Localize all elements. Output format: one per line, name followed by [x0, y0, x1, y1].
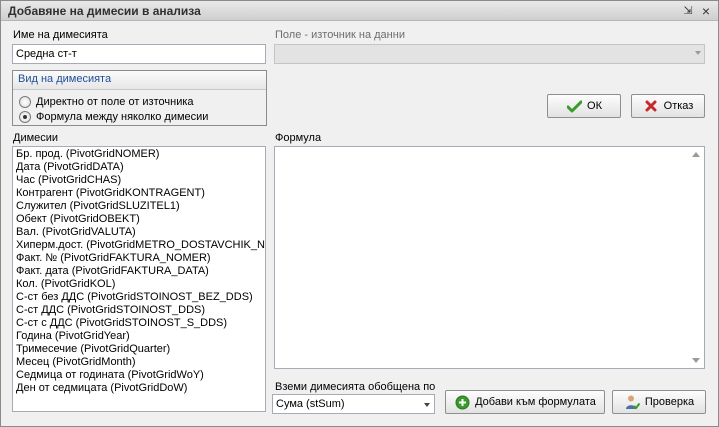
list-item[interactable]: С-ст ДДС (PivotGridSTOINOST_DDS) — [14, 304, 264, 317]
ok-button-label: ОК — [587, 100, 602, 112]
list-item[interactable]: Контрагент (PivotGridKONTRAGENT) — [14, 187, 264, 200]
chevron-down-icon — [424, 403, 430, 407]
list-item[interactable]: Дата (PivotGridDATA) — [14, 161, 264, 174]
formula-label: Формула — [275, 132, 322, 144]
radio-circle[interactable] — [19, 96, 31, 108]
radio-direct-field[interactable]: Директно от поле от източника — [19, 95, 194, 109]
plus-circle-icon — [454, 394, 470, 410]
list-item[interactable]: Кол. (PivotGridKOL) — [14, 278, 264, 291]
list-item[interactable]: Факт. дата (PivotGridFAKTURA_DATA) — [14, 265, 264, 278]
aggregation-value: Сума (stSum) — [276, 398, 345, 410]
check-button[interactable]: Проверка — [612, 390, 706, 414]
list-item[interactable]: С-ст с ДДС (PivotGridSTOINOST_S_DDS) — [14, 317, 264, 330]
cancel-button-label: Отказ — [663, 100, 694, 112]
dimension-type-group: Вид на димесията Директно от поле от изт… — [12, 70, 267, 126]
dimension-name-label: Име на димесията — [13, 29, 108, 41]
dimension-name-input[interactable] — [12, 44, 266, 64]
radio-direct-field-label: Директно от поле от източника — [36, 96, 194, 108]
restore-icon[interactable]: ⇲ — [681, 4, 695, 18]
list-item[interactable]: Бр. прод. (PivotGridNOMER) — [14, 148, 264, 161]
scroll-down-icon[interactable] — [692, 358, 700, 363]
radio-formula[interactable]: Формула между няколко димесии — [19, 110, 208, 124]
title-bar: Добавяне на димесии в анализа ⇲ × — [1, 1, 718, 21]
data-source-dropdown[interactable] — [274, 44, 705, 64]
cancel-button[interactable]: Отказ — [631, 94, 705, 118]
cross-icon — [643, 98, 659, 114]
formula-textarea[interactable] — [274, 146, 705, 369]
check-icon — [566, 98, 582, 114]
list-item[interactable]: Служител (PivotGridSLUZITEL1) — [14, 200, 264, 213]
window-title: Добавяне на димесии в анализа — [8, 4, 201, 18]
radio-circle-checked[interactable] — [19, 111, 31, 123]
close-icon[interactable]: × — [699, 4, 713, 18]
add-to-formula-label: Добави към формулата — [475, 396, 596, 408]
list-item[interactable]: Тримесечие (PivotGridQuarter) — [14, 343, 264, 356]
chevron-down-icon — [695, 51, 701, 55]
dimensions-list-items: Бр. прод. (PivotGridNOMER) Дата (PivotGri… — [14, 148, 265, 395]
ok-button[interactable]: ОК — [547, 94, 621, 118]
aggregation-label: Вземи димесията обобщена по — [275, 381, 436, 393]
list-item[interactable]: С-ст без ДДС (PivotGridSTOINOST_BEZ_DDS) — [14, 291, 264, 304]
list-item[interactable]: Хиперм.дост. (PivotGridMETRO_DOSTAVCHIK_… — [14, 239, 265, 252]
dialog-window: Добавяне на димесии в анализа ⇲ × Име на… — [0, 0, 719, 427]
aggregation-combo[interactable]: Сума (stSum) — [272, 394, 435, 414]
radio-formula-label: Формула между няколко димесии — [36, 111, 209, 123]
scroll-up-icon[interactable] — [692, 152, 700, 157]
list-item[interactable]: Година (PivotGridYear) — [14, 330, 264, 343]
data-source-label: Поле - източник на данни — [275, 29, 405, 41]
dimension-type-header: Вид на димесията — [13, 71, 266, 90]
formula-scrollbar[interactable] — [689, 148, 703, 367]
list-item[interactable]: Седмица от годината (PivotGridWoY) — [14, 369, 264, 382]
dimensions-listbox[interactable]: Бр. прод. (PivotGridNOMER) Дата (PivotGri… — [12, 146, 266, 412]
dimensions-list-label: Димесии — [13, 132, 59, 144]
list-item[interactable]: Факт. № (PivotGridFAKTURA_NOMER) — [14, 252, 264, 265]
list-item[interactable]: Ден от седмицата (PivotGridDoW) — [14, 382, 264, 395]
user-check-icon — [624, 394, 640, 410]
list-item[interactable]: Месец (PivotGridMonth) — [14, 356, 264, 369]
list-item[interactable]: Вал. (PivotGridVALUTA) — [14, 226, 264, 239]
check-button-label: Проверка — [644, 396, 695, 408]
list-item[interactable]: Час (PivotGridCHAS) — [14, 174, 264, 187]
add-to-formula-button[interactable]: Добави към формулата — [445, 390, 605, 414]
list-item[interactable]: Обект (PivotGridOBEKT) — [14, 213, 264, 226]
